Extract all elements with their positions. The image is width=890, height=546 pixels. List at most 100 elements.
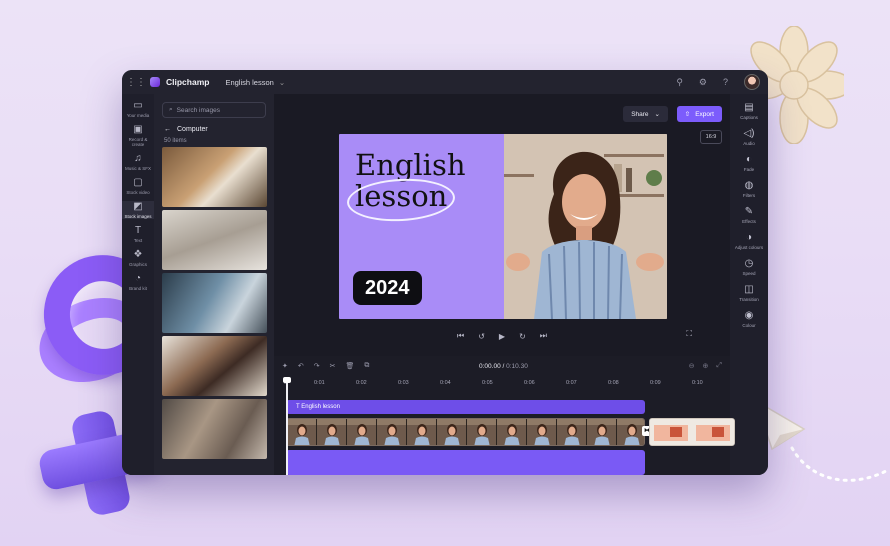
prop-label: Transition: [739, 297, 759, 302]
nav-item-stock-images[interactable]: ◩ Stock images: [122, 201, 154, 219]
delete-icon[interactable]: 🗑: [346, 362, 355, 370]
rewind-5s-icon[interactable]: ↺: [478, 332, 485, 341]
zoom-out-icon[interactable]: ⊖: [689, 362, 695, 370]
prop-effects[interactable]: ✎ Effects: [730, 206, 768, 224]
prop-colour[interactable]: ◉ Colour: [730, 310, 768, 328]
breadcrumb-label: Computer: [177, 126, 208, 133]
prop-transition[interactable]: ◫ Transition: [730, 284, 768, 302]
nav-item-your-media[interactable]: ▭ Your media: [122, 100, 154, 118]
prop-speed[interactable]: ◷ Speed: [730, 258, 768, 276]
fit-timeline-icon[interactable]: ⤢: [716, 362, 722, 370]
clipchamp-window: ⋮⋮ Clipchamp English lesson ⌄ ⚲ ⚙ ? ▭ Yo…: [122, 70, 768, 475]
playhead[interactable]: [283, 377, 291, 475]
prop-label: Captions: [740, 115, 758, 120]
search-icon: ⌕: [169, 106, 173, 113]
prop-label: Effects: [742, 219, 756, 224]
avatar[interactable]: [744, 74, 760, 90]
forward-5s-icon[interactable]: ↻: [519, 332, 526, 341]
nav-item-brand-kit[interactable]: ◔ Brand kit: [122, 273, 154, 291]
ruler-tick: 0:03: [398, 380, 409, 386]
text-clip[interactable]: T English lesson: [286, 400, 645, 414]
top-bar: ⋮⋮ Clipchamp English lesson ⌄ ⚲ ⚙ ?: [122, 70, 768, 94]
captions-icon: ▤: [744, 102, 754, 113]
prop-label: Filters: [742, 193, 756, 198]
video-canvas[interactable]: English lesson 2024: [339, 134, 667, 319]
nav-item-music-sfx[interactable]: ♫ Music & SFX: [122, 153, 154, 171]
undo-icon[interactable]: ↶: [298, 362, 304, 370]
ruler-tick: 0:10: [692, 380, 703, 386]
video-clip[interactable]: [649, 418, 735, 446]
export-button[interactable]: ⇧ Export: [676, 106, 722, 122]
ruler-tick: 0:05: [482, 380, 493, 386]
aspect-ratio-button[interactable]: 16:9: [700, 130, 722, 144]
skip-forward-icon[interactable]: ⏭: [540, 331, 547, 341]
image-icon: ◩: [133, 201, 143, 212]
export-label: Export: [695, 110, 714, 118]
nav-label: Graphics: [128, 262, 147, 267]
fullscreen-icon[interactable]: ⛶: [686, 329, 692, 339]
camera-icon: ▣: [133, 124, 143, 135]
nav-label: Stock images: [124, 214, 152, 219]
ruler-tick: 0:02: [356, 380, 367, 386]
nav-item-text[interactable]: T Text: [122, 225, 154, 243]
prop-audio[interactable]: ◁) Audio: [730, 128, 768, 146]
decorative-swirl-line: [790, 446, 890, 482]
image-thumbnail[interactable]: [162, 147, 267, 207]
prop-captions[interactable]: ▤ Captions: [730, 102, 768, 120]
project-name-label: English lesson: [225, 77, 274, 87]
fade-icon: ◐: [745, 154, 753, 165]
redo-icon[interactable]: ↷: [314, 362, 320, 370]
total-time: 0:10.30: [506, 363, 528, 370]
image-thumbnail[interactable]: [162, 336, 267, 396]
feedback-icon[interactable]: ⚲: [676, 77, 683, 88]
timeline-toolbar: ✦ ↶ ↷ ✂ 🗑 ⧉: [282, 362, 369, 370]
project-name[interactable]: English lesson ⌄: [225, 78, 285, 87]
adjust-icon: ◑: [745, 232, 753, 243]
nav-label: Music & SFX: [124, 166, 151, 171]
shapes-icon: ❖: [133, 249, 143, 260]
app-launcher-icon[interactable]: ⋮⋮: [122, 77, 150, 88]
duplicate-icon[interactable]: ⧉: [364, 362, 369, 370]
nav-item-stock-video[interactable]: ▢ Stock video: [122, 177, 154, 195]
zoom-in-icon[interactable]: ⊕: [703, 362, 709, 370]
video-clip[interactable]: [286, 418, 645, 446]
folder-icon: ▭: [133, 100, 143, 111]
prop-adjust-colours[interactable]: ◑ Adjust colours: [730, 232, 768, 250]
help-icon[interactable]: ?: [723, 77, 728, 87]
ruler-tick: 0:01: [314, 380, 325, 386]
prop-label: Fade: [743, 167, 755, 172]
prop-label: Colour: [742, 323, 756, 328]
ruler-tick: 0:04: [440, 380, 451, 386]
title-line-1: English: [355, 148, 466, 182]
nav-item-graphics[interactable]: ❖ Graphics: [122, 249, 154, 267]
prop-label: Adjust colours: [734, 245, 764, 250]
magic-tool-icon[interactable]: ✦: [282, 362, 288, 370]
zoom-controls: ⊖ ⊕ ⤢: [689, 362, 722, 370]
prop-fade[interactable]: ◐ Fade: [730, 154, 768, 172]
search-input[interactable]: ⌕ Search images: [162, 102, 266, 118]
prop-filters[interactable]: ◍ Filters: [730, 180, 768, 198]
year-badge: 2024: [353, 271, 422, 305]
image-thumbnail[interactable]: [162, 399, 267, 459]
audio-clip[interactable]: [286, 450, 645, 475]
right-properties-rail: ▤ Captions ◁) Audio ◐ Fade ◍ Filters ✎ E…: [730, 94, 768, 475]
back-arrow-icon[interactable]: ←: [164, 126, 171, 133]
prop-label: Audio: [743, 141, 755, 146]
ruler-tick: 0:08: [608, 380, 619, 386]
nav-label: Text: [133, 238, 143, 243]
split-icon[interactable]: ✂: [330, 362, 336, 370]
image-thumbnail[interactable]: [162, 210, 267, 270]
left-nav-rail: ▭ Your media ▣ Record & create ♫ Music &…: [122, 94, 154, 475]
settings-gear-icon[interactable]: ⚙: [699, 77, 707, 88]
share-button[interactable]: Share ⌄: [623, 106, 668, 122]
text-icon: T: [134, 225, 142, 236]
nav-label: Record & create: [128, 137, 148, 147]
chevron-down-icon: ⌄: [278, 77, 286, 87]
play-icon[interactable]: ▶: [499, 332, 505, 341]
nav-item-record-create[interactable]: ▣ Record & create: [122, 124, 154, 147]
ruler-tick: 0:06: [524, 380, 535, 386]
nav-label: Stock video: [126, 190, 150, 195]
skip-back-icon[interactable]: ⏮: [457, 331, 464, 341]
time-ruler[interactable]: 0 0:01 0:02 0:03 0:04 0:05 0:06 0:07 0:0…: [282, 380, 722, 390]
image-thumbnail[interactable]: [162, 273, 267, 333]
